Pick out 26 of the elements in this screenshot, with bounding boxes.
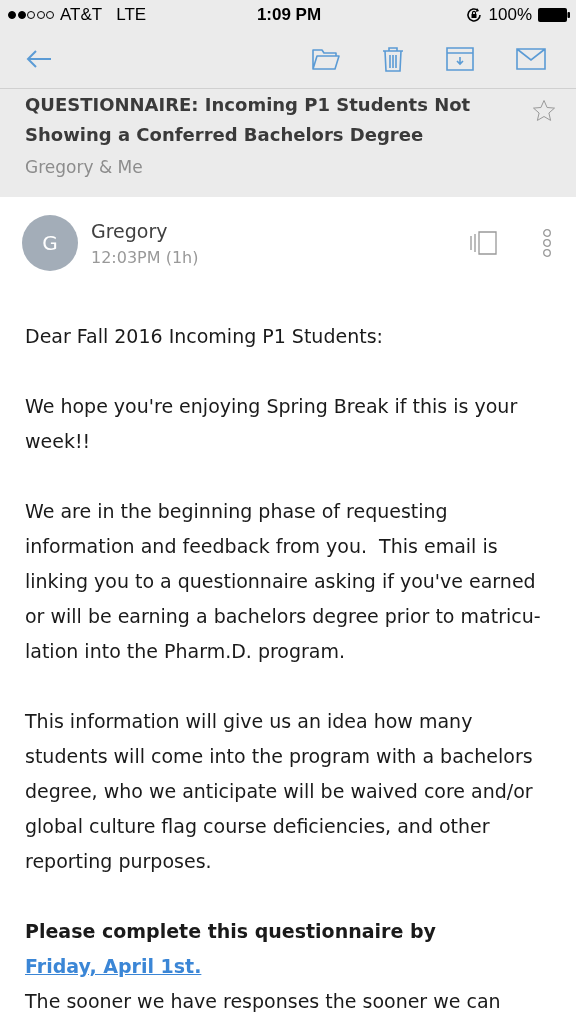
pages-icon[interactable] [470, 230, 498, 256]
sent-time: 12:03PM (1h) [91, 247, 200, 267]
battery-icon [538, 8, 570, 22]
body-paragraph: Dear Fall 2016 Incoming P1 Students: [25, 324, 384, 349]
email-subject: QUESTIONNAIRE: Incoming P1 Students Not Showing a Conferred Bachelors Degree [25, 93, 472, 147]
participants: Gregory & Me [25, 157, 144, 177]
sender-name: Gregory [91, 219, 169, 242]
back-arrow-icon[interactable] [26, 49, 52, 69]
deadline-text: Please complete this questionnaire by [25, 920, 436, 942]
body-paragraph: The sooner we have responses the sooner we can [25, 989, 502, 1014]
battery-percent: 100% [488, 5, 532, 25]
network-type: LTE [116, 5, 147, 25]
clock: 1:09 PM [256, 5, 322, 25]
archive-icon[interactable] [446, 47, 474, 71]
deadline-link[interactable]: Friday, April 1st. [25, 955, 202, 977]
more-icon[interactable] [542, 228, 552, 258]
carrier: AT&T [60, 5, 103, 25]
avatar: G [22, 215, 78, 271]
mail-icon[interactable] [516, 48, 546, 70]
body-paragraph: This information will give us an idea how many students will come into the program with a bachelors degree, who we anticipate will be waived core and/or global culture flag course deficiencies, and other reporting purposes. [25, 709, 534, 874]
body-paragraph: We are in the beginning phase of requesting information and feedback from you. This email is linking you to a questionnaire asking if you've earned or will be earning a bachelors degree prior to matricu-lation into the Pharm.D. program. [25, 499, 542, 664]
rotation-lock-icon [464, 6, 483, 24]
folder-icon[interactable] [312, 47, 340, 71]
body-paragraph: We hope you're enjoying Spring Break if this is your week!! [25, 394, 519, 454]
trash-icon[interactable] [382, 46, 404, 72]
star-icon[interactable] [532, 99, 556, 123]
